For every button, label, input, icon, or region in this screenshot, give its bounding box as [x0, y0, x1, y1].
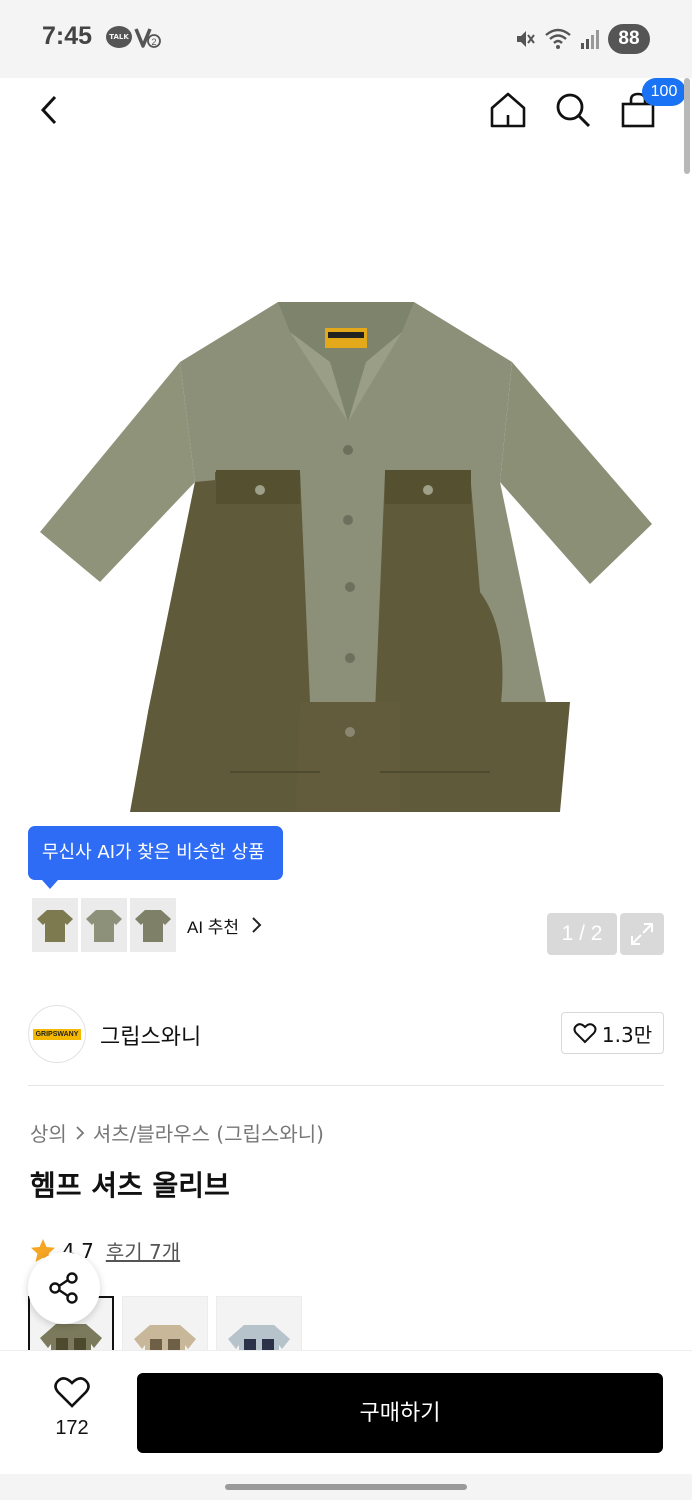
brand-logo[interactable]: GRIPSWANY: [28, 1005, 86, 1063]
gesture-bar: [0, 1474, 692, 1500]
bottom-action-bar: 172 구매하기: [0, 1350, 692, 1474]
top-navigation: 100: [0, 78, 692, 146]
color-option-beige[interactable]: [122, 1296, 208, 1356]
product-like-button[interactable]: 172: [40, 1375, 104, 1440]
shirt-thumbnail-icon: [37, 910, 73, 942]
share-button[interactable]: [28, 1252, 100, 1324]
brand-name[interactable]: 그립스와니: [100, 1019, 201, 1051]
scrollbar[interactable]: [684, 78, 690, 174]
divider: [28, 1085, 664, 1086]
brand-like-count: 1.3만: [601, 1022, 653, 1047]
brand-like-button[interactable]: 1.3만: [561, 1012, 664, 1054]
chevron-left-icon: [40, 95, 57, 125]
ai-similar-tooltip: 무신사 AI가 찾은 비슷한 상품: [28, 826, 283, 889]
v-notification-icon: 2: [134, 28, 161, 48]
buy-button[interactable]: 구매하기: [137, 1373, 663, 1453]
shirt-swatch-icon: [228, 1325, 290, 1355]
product-like-count: 172: [55, 1417, 89, 1439]
status-bar: 7:45 TALK 2 88: [0, 0, 692, 78]
ai-recommendation-button[interactable]: AI 추천: [28, 894, 272, 956]
home-icon: [490, 92, 526, 128]
expand-image-button[interactable]: [620, 913, 664, 955]
brand-row[interactable]: GRIPSWANY 그립스와니 1.3만: [28, 1005, 664, 1065]
back-button[interactable]: [24, 84, 76, 136]
expand-icon: [631, 923, 653, 945]
heart-icon: [573, 1023, 597, 1044]
shirt-swatch-icon: [134, 1325, 196, 1355]
image-counter: 1 / 2: [547, 913, 617, 955]
home-indicator[interactable]: [225, 1484, 467, 1490]
breadcrumb: 상의 셔츠/블라우스 (그립스와니): [30, 1118, 324, 1147]
share-icon: [49, 1272, 78, 1304]
signal-icon: [581, 30, 599, 49]
cart-button[interactable]: 100: [612, 78, 686, 136]
brand-logo-text: GRIPSWANY: [32, 1028, 82, 1040]
review-link[interactable]: 후기 7개: [106, 1236, 180, 1265]
breadcrumb-subcategory[interactable]: 셔츠/블라우스 (그립스와니): [93, 1118, 324, 1147]
wifi-icon: [545, 28, 571, 49]
chevron-right-icon: [76, 1125, 85, 1140]
battery-indicator: 88: [608, 24, 650, 54]
search-icon: [556, 93, 591, 128]
product-image: [40, 302, 652, 812]
home-button[interactable]: [482, 84, 534, 136]
breadcrumb-category[interactable]: 상의: [30, 1118, 67, 1147]
reco-thumbnail: [130, 898, 176, 952]
search-button[interactable]: [547, 84, 599, 136]
ai-reco-label: AI 추천: [187, 917, 240, 937]
clock: 7:45: [42, 22, 93, 50]
shirt-thumbnail-icon: [135, 910, 171, 942]
reco-thumbnail: [81, 898, 127, 952]
heart-icon: [54, 1377, 90, 1408]
chevron-right-icon: [252, 917, 262, 933]
mute-icon: [517, 31, 535, 47]
kakaotalk-icon: TALK: [106, 26, 132, 48]
cart-count-badge: 100: [642, 78, 686, 106]
color-option-light-blue[interactable]: [216, 1296, 302, 1356]
reco-thumbnail: [32, 898, 78, 952]
product-title: 헴프 셔츠 올리브: [30, 1169, 230, 1202]
shirt-thumbnail-icon: [86, 910, 122, 942]
svg-text:2: 2: [151, 37, 156, 47]
